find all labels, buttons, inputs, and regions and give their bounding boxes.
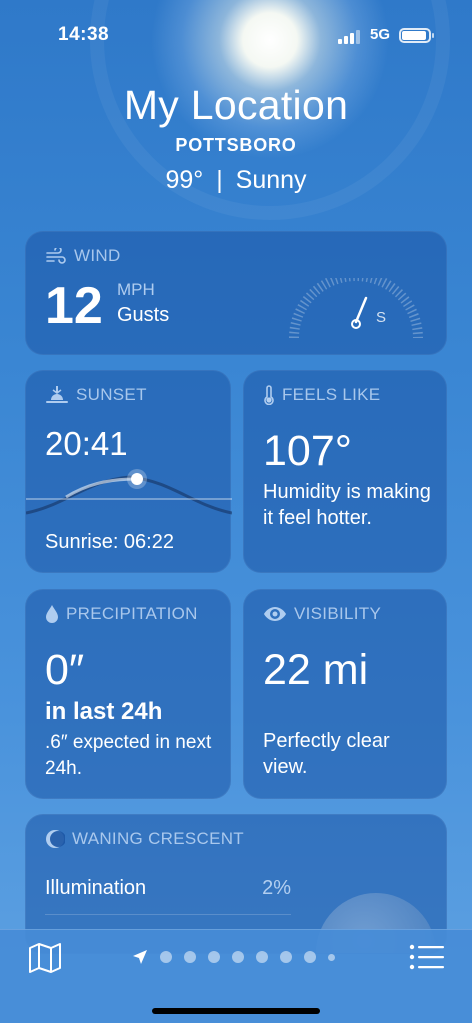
precipitation-value: 0″ (45, 646, 85, 694)
visibility-label: VISIBILITY (263, 604, 381, 624)
status-bar: 14:38 5G (0, 0, 472, 70)
visibility-card[interactable]: VISIBILITY 22 mi Perfectly clear view. (243, 589, 447, 799)
current-temperature: 99° (165, 166, 204, 194)
current-conditions: 99° | Sunny (0, 166, 472, 195)
location-place: POTTSBORO (175, 135, 297, 155)
page-dot[interactable] (208, 951, 220, 963)
wind-icon (46, 248, 66, 264)
precipitation-label: PRECIPITATION (45, 604, 198, 624)
page-dot[interactable] (184, 951, 196, 963)
feels-like-card[interactable]: FEELS LIKE 107° Humidity is making it fe… (243, 370, 447, 573)
wind-card[interactable]: WIND 12 MPH Gusts S (25, 231, 447, 355)
home-indicator[interactable] (152, 1008, 320, 1014)
page-indicator[interactable] (132, 949, 347, 965)
wind-gusts: Gusts (117, 304, 170, 326)
sunset-card[interactable]: SUNSET 20:41 Sunrise: 06:22 (25, 370, 232, 573)
moon-illumination-row: Illumination 2% (45, 877, 291, 915)
page-dot[interactable] (256, 951, 268, 963)
precipitation-period: in last 24h (45, 698, 163, 725)
wind-unit: MPH (117, 280, 155, 299)
moon-label-text: WANING CRESCENT (72, 829, 244, 848)
moon-row-name: Illumination (45, 877, 147, 899)
list-icon[interactable] (409, 942, 445, 972)
location-title: My Location (123, 82, 349, 128)
drop-icon (46, 605, 58, 623)
map-icon[interactable] (27, 942, 63, 974)
current-condition: Sunny (235, 166, 307, 194)
visibility-description: Perfectly clear view. (263, 730, 390, 778)
moon-row-value: 2% (262, 877, 291, 899)
precipitation-card[interactable]: PRECIPITATION 0″ in last 24h .6″ expecte… (25, 589, 231, 799)
feels-like-description: Humidity is making it feel hotter. (263, 481, 431, 529)
bottom-toolbar (0, 929, 472, 1023)
visibility-label-text: VISIBILITY (294, 604, 382, 623)
wind-label-text: WIND (74, 246, 121, 265)
sunset-icon (46, 386, 68, 403)
page-dot[interactable] (160, 951, 172, 963)
precipitation-description: .6″ expected in next 24h. (45, 732, 212, 779)
moon-label: WANING CRESCENT (45, 829, 244, 849)
signal-icon (338, 30, 360, 44)
sunset-label: SUNSET (45, 385, 147, 405)
visibility-value: 22 mi (263, 646, 369, 694)
page-dot[interactable] (232, 951, 244, 963)
page-dot[interactable] (304, 951, 316, 963)
sunset-label-text: SUNSET (76, 385, 147, 404)
feels-like-value: 107° (263, 427, 352, 475)
page-dot[interactable] (328, 953, 335, 961)
moon-icon (46, 830, 65, 848)
thermometer-icon (264, 385, 274, 405)
feels-like-label-text: FEELS LIKE (282, 385, 381, 404)
status-time: 14:38 (58, 24, 110, 45)
sun-path-graph (26, 469, 232, 515)
feels-like-label: FEELS LIKE (263, 385, 380, 405)
precipitation-label-text: PRECIPITATION (66, 604, 198, 623)
network-type: 5G (370, 26, 391, 43)
sunset-time: 20:41 (45, 425, 128, 462)
sunrise-time: Sunrise: 06:22 (45, 531, 174, 553)
battery-icon (399, 28, 434, 43)
wind-direction: S (376, 309, 386, 326)
wind-speed: 12 (45, 277, 103, 335)
wind-compass: S (289, 278, 423, 339)
page-dot[interactable] (280, 951, 292, 963)
location-arrow-icon (133, 950, 147, 964)
eye-icon (264, 607, 286, 621)
separator: | (216, 166, 223, 194)
wind-label: WIND (45, 246, 121, 266)
location-header: My Location POTTSBORO 99° | Sunny (0, 82, 472, 195)
